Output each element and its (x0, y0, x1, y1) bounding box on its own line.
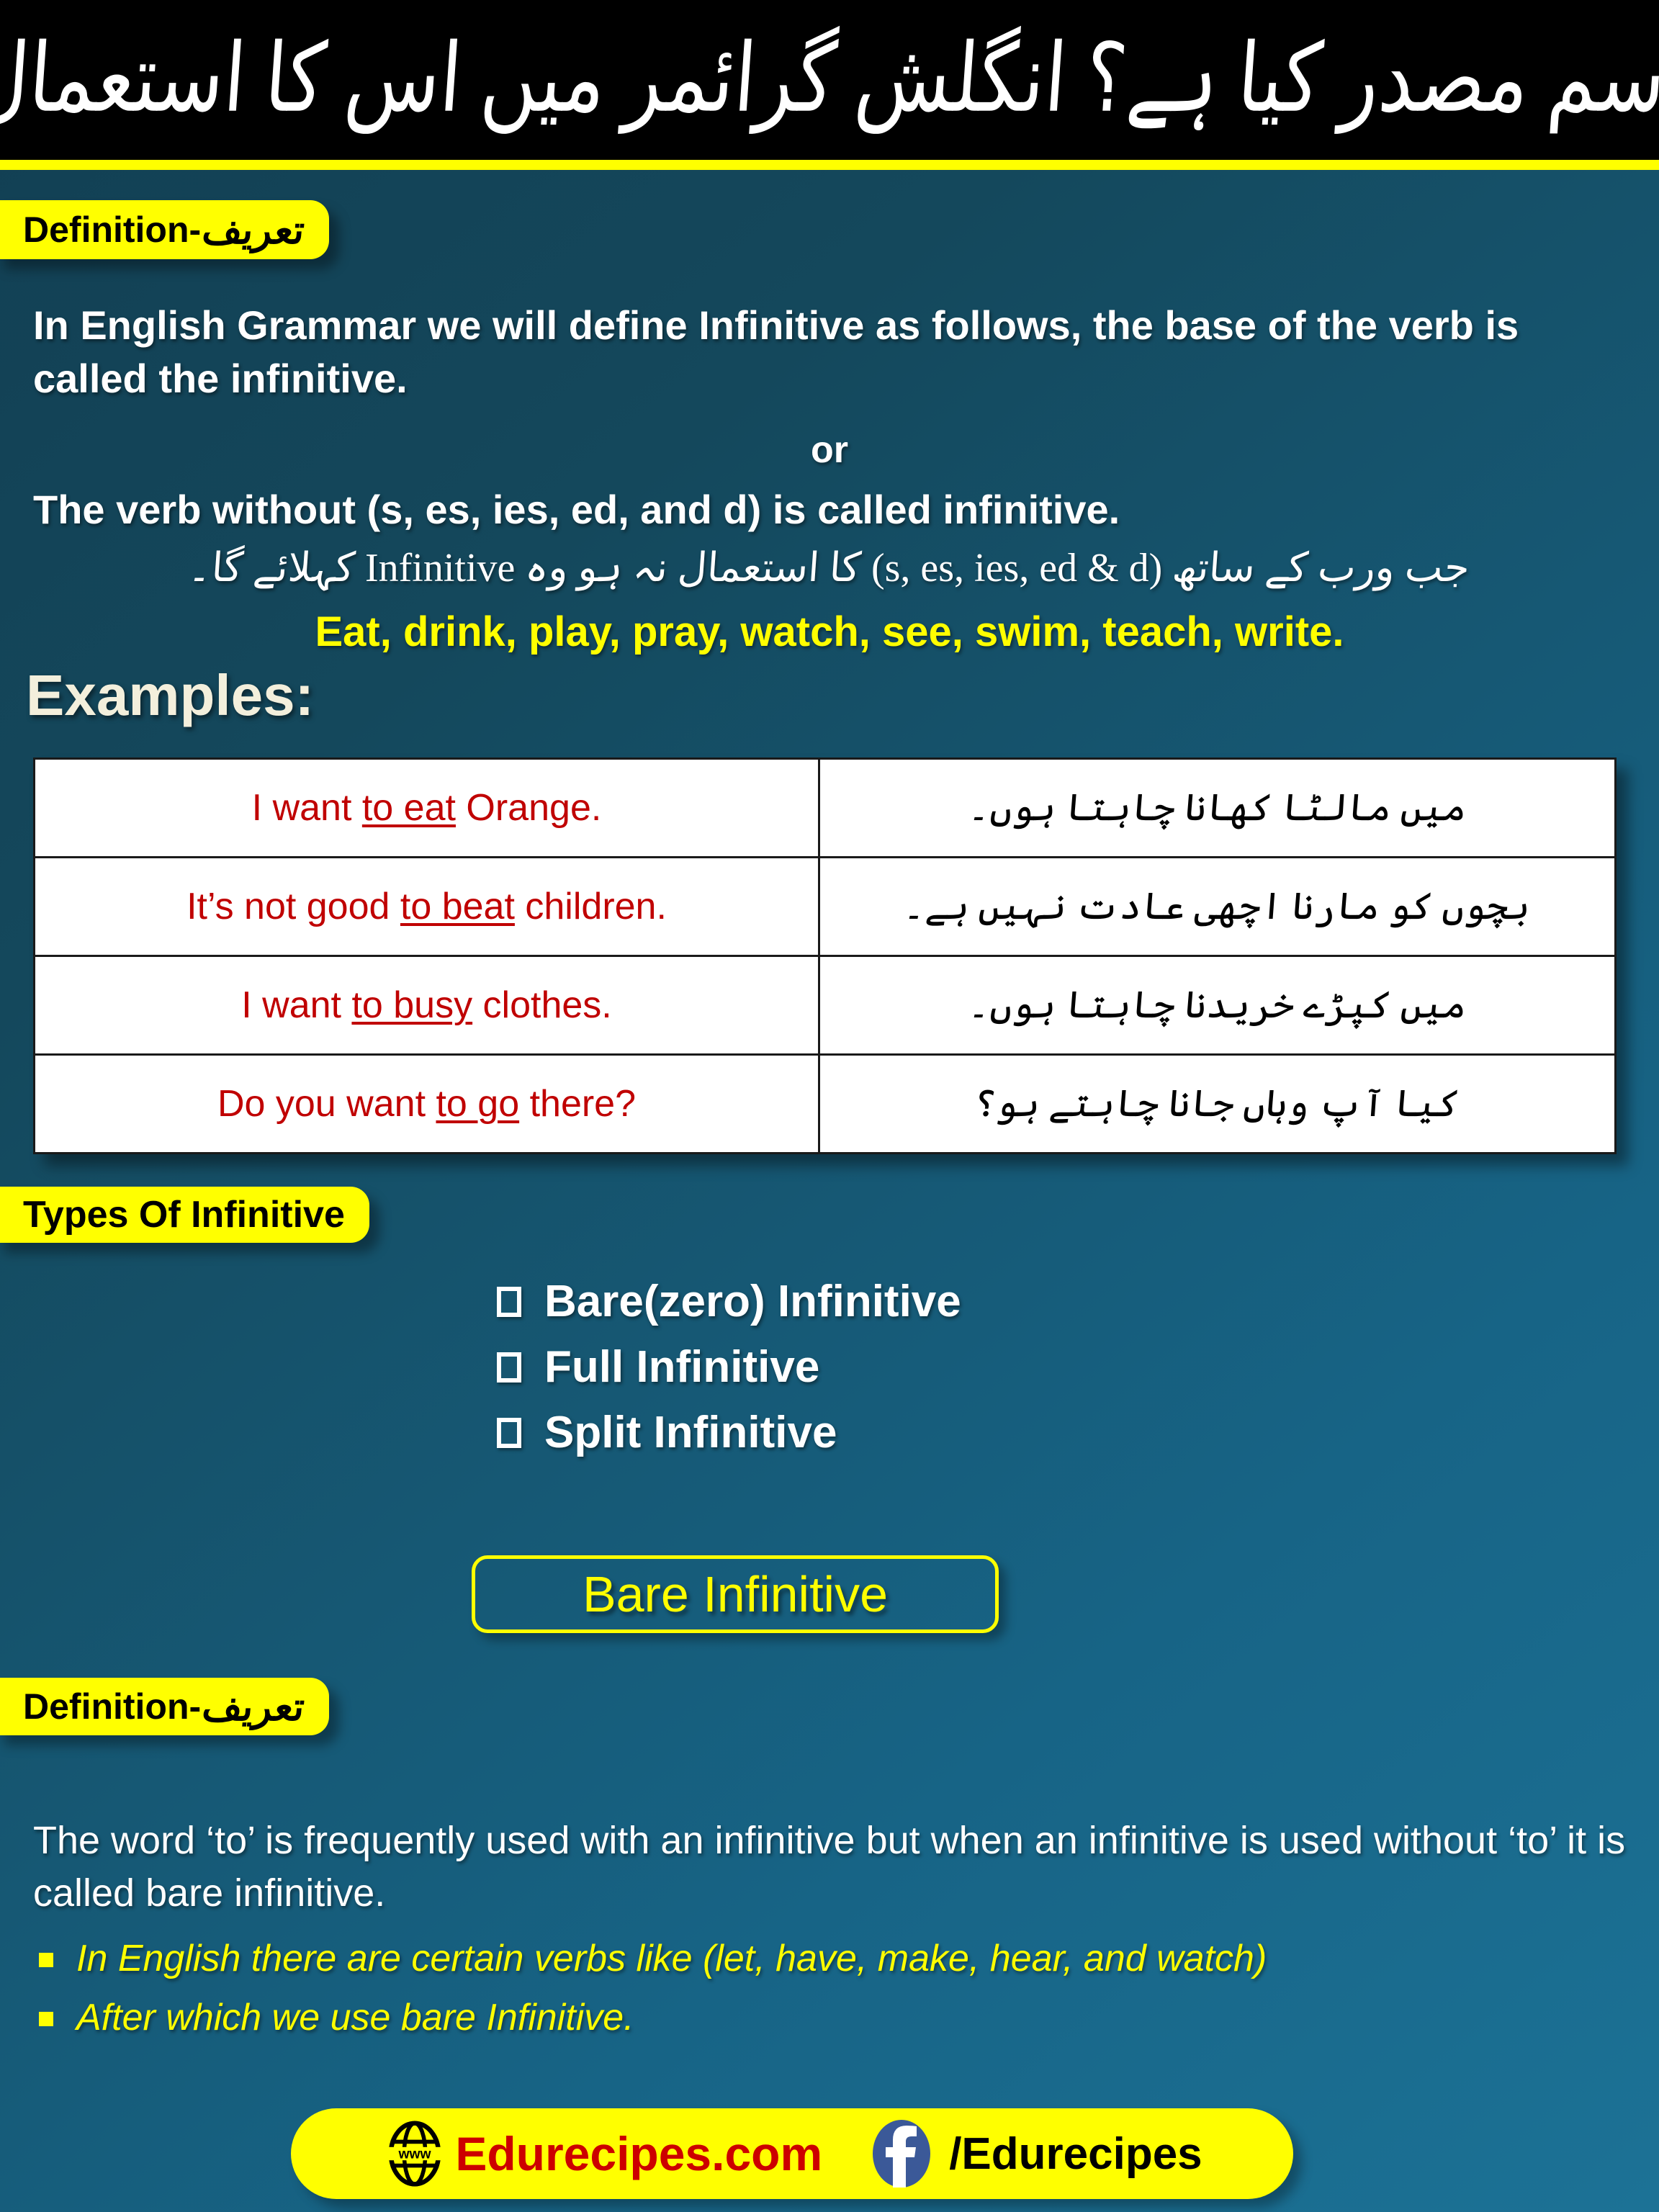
bare-infinitive-title: Bare Infinitive (582, 1566, 889, 1622)
definition-urdu-part-1: جب ورب کے ساتھ (1170, 546, 1471, 590)
bare-infinitive-title-box: Bare Infinitive (472, 1555, 999, 1633)
example-text-before: It’s not good (186, 886, 400, 927)
example-english-cell: I want to eat Orange. (33, 757, 820, 858)
example-urdu-text: کیا آپ وہاں جانا چاہتے ہو؟ (972, 1084, 1462, 1125)
type-item-label: Split Infinitive (544, 1408, 837, 1457)
table-row: It’s not good to beat children. بچوں کو … (33, 856, 1617, 957)
example-text-after: there? (519, 1083, 637, 1125)
globe-www-icon: www (387, 2121, 443, 2187)
example-text-before: I want (241, 984, 352, 1026)
examples-table: I want to eat Orange. میں مالٹا کھانا چا… (33, 757, 1617, 1154)
definition-urdu-line: جب ورب کے ساتھ (s, es, ies, ed & d) کا ا… (32, 544, 1627, 591)
title-divider (0, 160, 1659, 170)
definition-paragraph-2: The verb without (s, es, ies, ed, and d)… (33, 487, 1120, 532)
list-item: Bare(zero) Infinitive (497, 1276, 961, 1327)
example-urdu-cell: کیا آپ وہاں جانا چاہتے ہو؟ (818, 1053, 1617, 1154)
facebook-handle-label[interactable]: /Edurecipes (949, 2128, 1202, 2180)
definition-urdu-part-2: کا استعمال نہ ہو وہ (523, 546, 863, 590)
bare-infinitive-paragraph: The word ‘to’ is frequently used with an… (33, 1819, 1626, 1915)
definition-paragraph-1: In English Grammar we will define Infini… (33, 302, 1519, 401)
example-english-cell: It’s not good to beat children. (33, 856, 820, 957)
definition-or-label: or (811, 429, 848, 471)
infographic-page: اسم مصدر کیا ہے؟ انگلش گرائمر میں اس کا … (0, 0, 1659, 2212)
bullet-label: After which we use bare Infinitive. (76, 1997, 634, 2038)
table-row: I want to eat Orange. میں مالٹا کھانا چا… (33, 757, 1617, 858)
example-urdu-cell: میں کپڑے خریدنا چاہتا ہوں۔ (818, 955, 1617, 1056)
bullet-label: In English there are certain verbs like … (76, 1938, 1267, 1979)
definition-badge-label-en: Definition- (23, 210, 202, 250)
example-urdu-cell: بچوں کو مارنا اچھی عادت نہیں ہے۔ (818, 856, 1617, 957)
example-text-before: Do you want (217, 1083, 436, 1125)
hollow-square-bullet-icon (497, 1417, 521, 1448)
type-item-label: Bare(zero) Infinitive (544, 1277, 961, 1326)
list-item: After which we use bare Infinitive. (33, 1996, 1632, 2039)
list-item: In English there are certain verbs like … (33, 1937, 1632, 1980)
types-of-infinitive-badge: Types Of Infinitive (0, 1187, 369, 1243)
list-item: Full Infinitive (497, 1341, 961, 1393)
infinitive-verb-examples: Eat, drink, play, pray, watch, see, swim… (315, 608, 1344, 655)
definition-badge-infinitive: Definition- تعریف (0, 200, 329, 259)
hollow-square-bullet-icon (497, 1286, 521, 1317)
page-title: اسم مصدر کیا ہے؟ انگلش گرائمر میں اس کا … (0, 27, 1659, 132)
solid-square-bullet-icon (39, 1953, 53, 1967)
definition-urdu-part-3: کہلائے گا۔ (186, 546, 357, 590)
table-row: I want to busy clothes. میں کپڑے خریدنا … (33, 955, 1617, 1056)
definition-badge-label-ur: تعریف (200, 1685, 307, 1729)
definition-urdu-inline-suffixes: (s, es, ies, ed & d) (871, 546, 1162, 590)
footer-branding-bar: www Edurecipes.com /Edurecipes (291, 2108, 1293, 2199)
type-item-label: Full Infinitive (544, 1342, 820, 1392)
definition-badge-bare-infinitive: Definition- تعریف (0, 1678, 329, 1735)
examples-heading: Examples: (26, 663, 315, 727)
website-label[interactable]: Edurecipes.com (455, 2126, 822, 2181)
example-text-underlined: to beat (400, 886, 515, 927)
example-text-after: children. (514, 886, 667, 927)
example-urdu-text: میں مالٹا کھانا چاہتا ہوں۔ (966, 788, 1468, 829)
example-urdu-text: بچوں کو مارنا اچھی عادت نہیں ہے۔ (902, 886, 1533, 927)
bare-infinitive-bullets: In English there are certain verbs like … (33, 1937, 1632, 2055)
example-text-after: clothes. (472, 984, 612, 1026)
title-band: اسم مصدر کیا ہے؟ انگلش گرائمر میں اس کا … (0, 0, 1659, 160)
definition-badge-label-ur: تعریف (200, 208, 307, 252)
definition-badge-label-en: Definition- (23, 1686, 202, 1727)
example-text-after: Orange. (455, 787, 602, 829)
examples-table-body: I want to eat Orange. میں مالٹا کھانا چا… (33, 757, 1617, 1154)
example-text-underlined: to busy (351, 984, 473, 1026)
svg-text:www: www (398, 2146, 432, 2162)
table-row: Do you want to go there? کیا آپ وہاں جان… (33, 1053, 1617, 1154)
hollow-square-bullet-icon (497, 1352, 521, 1382)
example-text-underlined: to go (436, 1083, 520, 1125)
example-english-cell: Do you want to go there? (33, 1053, 820, 1154)
example-urdu-cell: میں مالٹا کھانا چاہتا ہوں۔ (818, 757, 1617, 858)
types-of-infinitive-list: Bare(zero) Infinitive Full Infinitive Sp… (497, 1276, 961, 1473)
example-text-before: I want (251, 787, 362, 829)
definition-urdu-inline-infinitive: Infinitive (364, 546, 516, 590)
facebook-icon[interactable] (871, 2118, 932, 2189)
solid-square-bullet-icon (39, 2012, 53, 2026)
example-text-underlined: to eat (361, 787, 456, 829)
example-english-cell: I want to busy clothes. (33, 955, 820, 1056)
types-badge-label: Types Of Infinitive (23, 1194, 345, 1236)
example-urdu-text: میں کپڑے خریدنا چاہتا ہوں۔ (966, 985, 1468, 1026)
list-item: Split Infinitive (497, 1407, 961, 1458)
